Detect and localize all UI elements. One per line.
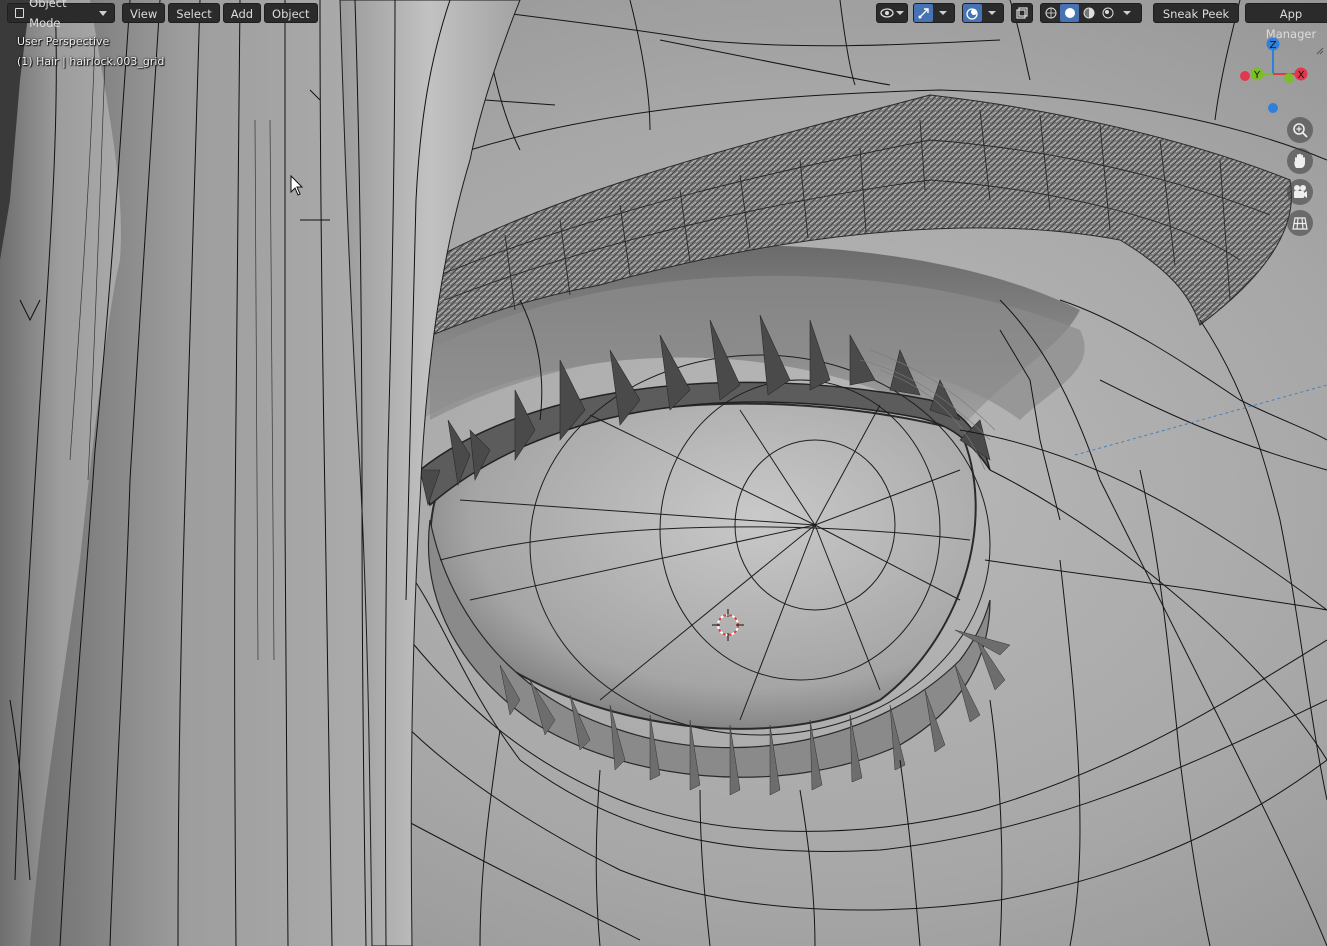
- gizmo-x-label: X: [1298, 70, 1305, 81]
- object-mode-icon: [15, 8, 25, 18]
- hand-pan-icon[interactable]: [1287, 148, 1313, 174]
- gizmo-z-label: Z: [1270, 40, 1277, 51]
- gizmo-neg-x[interactable]: [1240, 71, 1250, 81]
- app-manager-button[interactable]: App Manager: [1245, 3, 1327, 41]
- mode-label: Object Mode: [29, 0, 67, 30]
- menu-view[interactable]: View: [122, 3, 166, 23]
- gizmo-toggle-icon[interactable]: [914, 4, 933, 22]
- menu-select[interactable]: Select: [168, 3, 220, 23]
- header-right-tools: Sneak Peek App Manager: [876, 3, 1327, 41]
- visibility-dropdown[interactable]: [876, 3, 908, 23]
- chevron-down-icon: [987, 11, 996, 15]
- wireframe-shading-icon[interactable]: [1041, 4, 1060, 22]
- chevron-down-icon: [938, 11, 947, 15]
- gizmo-dropdown[interactable]: [913, 3, 955, 23]
- viewport-scene[interactable]: [0, 0, 1327, 946]
- gizmo-y-label: Y: [1253, 70, 1261, 81]
- gizmo-neg-y[interactable]: [1284, 73, 1294, 83]
- chevron-down-icon: [1122, 11, 1131, 15]
- shading-group: [1040, 3, 1142, 23]
- eye-icon: [877, 4, 896, 22]
- grid-ortho-icon[interactable]: [1287, 210, 1313, 236]
- material-shading-icon[interactable]: [1079, 4, 1098, 22]
- overlay-dropdown[interactable]: [962, 3, 1004, 23]
- header-menus: View Select Add Object: [122, 3, 318, 23]
- menu-add[interactable]: Add: [222, 3, 262, 23]
- chevron-down-icon: [896, 11, 904, 15]
- chevron-down-icon: [99, 10, 107, 16]
- menu-object[interactable]: Object: [264, 3, 318, 23]
- gizmo-neg-z[interactable]: [1268, 103, 1278, 113]
- solid-shading-icon[interactable]: [1060, 4, 1079, 22]
- 3d-viewport[interactable]: Object Mode View Select Add Object Sneak…: [0, 0, 1327, 946]
- sneak-peek-button[interactable]: Sneak Peek: [1153, 3, 1239, 23]
- view-name-label: User Perspective: [17, 35, 110, 48]
- xray-toggle-icon[interactable]: [1011, 3, 1033, 23]
- overlays-toggle-icon[interactable]: [963, 4, 982, 22]
- header-left: Object Mode: [7, 0, 115, 30]
- area-corner-handle[interactable]: [1316, 40, 1324, 55]
- zoom-icon[interactable]: [1287, 117, 1313, 143]
- navigation-gizmo[interactable]: Z Y X: [1232, 32, 1318, 118]
- mode-dropdown[interactable]: Object Mode: [7, 0, 115, 30]
- object-info-label: (1) Hair | hairlock.003_grid: [17, 55, 165, 68]
- rendered-shading-icon[interactable]: [1098, 4, 1117, 22]
- camera-icon[interactable]: [1287, 179, 1313, 205]
